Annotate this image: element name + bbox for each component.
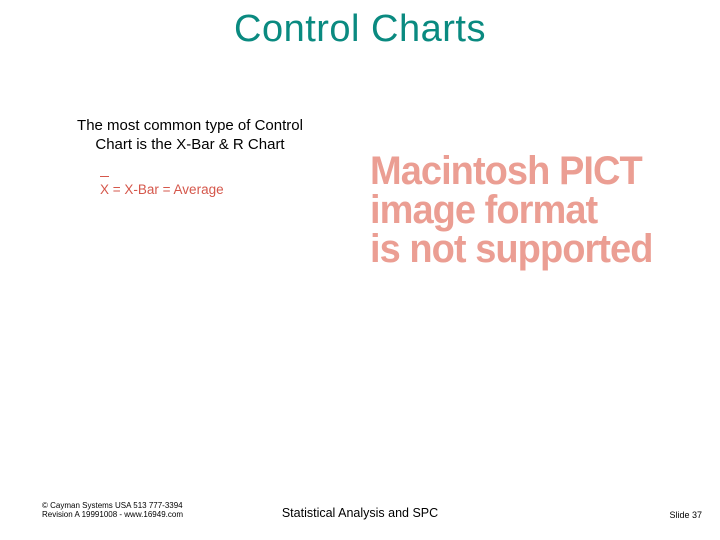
pict-line1: Macintosh PICT	[370, 152, 693, 191]
pict-unsupported-message: Macintosh PICT image format is not suppo…	[370, 152, 693, 270]
subtitle-line2: Chart is the X-Bar & R Chart	[95, 136, 284, 153]
subtitle-line1: The most common type of Control	[77, 117, 303, 134]
slide-number: Slide 37	[669, 510, 702, 520]
page-title: Control Charts	[0, 8, 720, 51]
xbar-formula: X = X-Bar = Average	[100, 182, 224, 197]
pict-line3: is not supported	[370, 230, 693, 269]
xbar-x: X	[100, 182, 109, 197]
pict-line2: image format	[370, 191, 693, 230]
footer-center: Statistical Analysis and SPC	[0, 506, 720, 520]
slide: Control Charts The most common type of C…	[0, 0, 720, 540]
formula-rest: = X-Bar = Average	[109, 182, 224, 197]
xbar-symbol: X	[100, 182, 109, 197]
overline-icon	[100, 176, 109, 177]
subtitle: The most common type of Control Chart is…	[40, 117, 340, 155]
